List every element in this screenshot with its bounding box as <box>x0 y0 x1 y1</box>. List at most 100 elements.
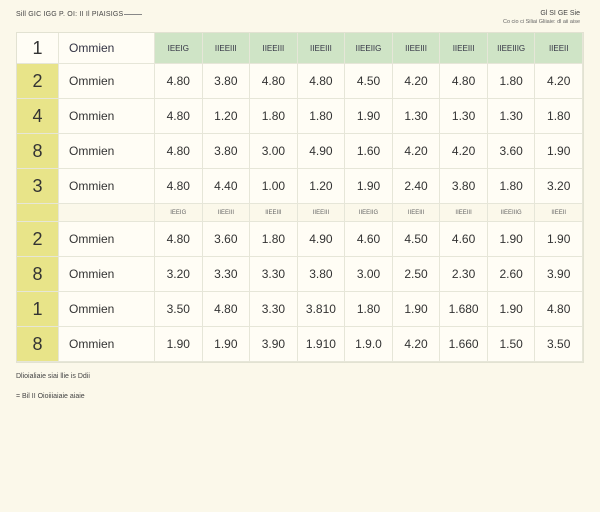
table-cell: 1.660 <box>440 327 488 362</box>
header-name-cell: Ommien <box>59 33 155 64</box>
table-cell: 1.90 <box>345 169 393 204</box>
table-cell: 4.20 <box>535 64 583 99</box>
table-cell: 4.60 <box>345 222 393 257</box>
table-cell: 4.60 <box>440 222 488 257</box>
table-cell: 1.60 <box>345 134 393 169</box>
row-index: 3 <box>17 169 59 204</box>
row-index: 8 <box>17 327 59 362</box>
table-cell: 1.90 <box>535 134 583 169</box>
data-table: 1 Ommien IEEIG IIEEIII IIEEIII IIEEIII IIEEI… <box>16 32 584 363</box>
table-cell: 1.00 <box>250 169 298 204</box>
table-cell: 1.30 <box>487 99 536 134</box>
table-cell: 3.00 <box>345 257 393 292</box>
table-cell: 1.90 <box>155 327 203 362</box>
sub-column-header: IIEEIII <box>202 204 251 222</box>
table-cell: 2.50 <box>392 257 441 292</box>
table-cell: 3.810 <box>297 292 346 327</box>
table-cell: 1.80 <box>297 99 346 134</box>
table-cell: 1.80 <box>250 222 298 257</box>
table-cell: 4.80 <box>155 99 203 134</box>
table-cell: 3.80 <box>202 134 251 169</box>
table-cell: 1.90 <box>487 292 536 327</box>
table-cell: 3.30 <box>250 292 298 327</box>
table-cell: 3.60 <box>487 134 536 169</box>
table-cell: 1.80 <box>487 169 536 204</box>
table-cell: 4.80 <box>202 292 251 327</box>
table-cell: 4.80 <box>250 64 298 99</box>
row-index: 1 <box>17 292 59 327</box>
table-cell: 4.90 <box>297 222 346 257</box>
row-name: Ommien <box>59 99 155 134</box>
table-cell: 4.80 <box>155 222 203 257</box>
row-name: Ommien <box>59 257 155 292</box>
row-index: 8 <box>17 257 59 292</box>
row-name: Ommien <box>59 64 155 99</box>
row-name: Ommien <box>59 327 155 362</box>
table-cell: 3.20 <box>535 169 583 204</box>
table-cell: 1.20 <box>297 169 346 204</box>
table-cell: 3.90 <box>535 257 583 292</box>
document-header-right: Gl SI GE Sie Co cio ci Siliai Gliiaie: d… <box>503 10 580 25</box>
column-header: IIEEII <box>535 33 583 64</box>
table-cell: 1.680 <box>440 292 488 327</box>
table-cell: 4.20 <box>392 327 441 362</box>
table-cell: 3.00 <box>250 134 298 169</box>
table-cell: 4.80 <box>440 64 488 99</box>
table-cell: 3.20 <box>155 257 203 292</box>
table-cell: 1.90 <box>345 99 393 134</box>
table-cell: 1.30 <box>440 99 488 134</box>
row-index: 4 <box>17 99 59 134</box>
table-cell: 3.90 <box>250 327 298 362</box>
table-cell: 4.80 <box>535 292 583 327</box>
table-cell: 3.30 <box>202 257 251 292</box>
table-cell: 1.90 <box>202 327 251 362</box>
row-index: 2 <box>17 64 59 99</box>
table-cell: 3.50 <box>155 292 203 327</box>
table-cell: 2.30 <box>440 257 488 292</box>
table-cell: 1.910 <box>297 327 346 362</box>
table-cell: 1.80 <box>250 99 298 134</box>
table-cell: 1.80 <box>487 64 536 99</box>
column-header: IIEEIII <box>250 33 298 64</box>
column-header: IEEIG <box>155 33 203 64</box>
table-cell: 4.50 <box>345 64 393 99</box>
header-index-cell: 1 <box>17 33 59 64</box>
row-index: 2 <box>17 222 59 257</box>
table-cell: 4.20 <box>440 134 488 169</box>
table-cell: 4.80 <box>155 169 203 204</box>
sub-column-header: IIEEIII <box>250 204 298 222</box>
header-left-text: Sill GIC IGG P. OI: II Il PIAISIGS <box>16 11 124 18</box>
subheader-name-spacer <box>59 204 155 222</box>
table-cell: 4.80 <box>155 64 203 99</box>
table-cell: 2.60 <box>487 257 536 292</box>
sub-column-header: IIEEIII <box>392 204 441 222</box>
footnote-1: Dlioialiaie siai llie is Ddii <box>16 373 90 380</box>
row-index: 8 <box>17 134 59 169</box>
table-cell: 4.80 <box>155 134 203 169</box>
table-cell: 1.90 <box>392 292 441 327</box>
row-name: Ommien <box>59 222 155 257</box>
table-cell: 3.30 <box>250 257 298 292</box>
sub-column-header: IIEEIII <box>440 204 488 222</box>
table-cell: 3.80 <box>297 257 346 292</box>
table-cell: 4.50 <box>392 222 441 257</box>
table-cell: 4.80 <box>297 64 346 99</box>
header-right-line1: Gl SI GE Sie <box>540 10 580 17</box>
column-header: IIEEIII <box>440 33 488 64</box>
subheader-index-spacer <box>17 204 59 222</box>
sub-column-header: IIEEIIG <box>345 204 393 222</box>
sub-column-header: IEEIG <box>155 204 203 222</box>
row-name: Ommien <box>59 169 155 204</box>
column-header: IIEEIIG <box>345 33 393 64</box>
table-cell: 3.60 <box>202 222 251 257</box>
table-cell: 1.20 <box>202 99 251 134</box>
header-rule <box>124 13 143 15</box>
table-cell: 3.80 <box>440 169 488 204</box>
column-header: IIEEIII <box>297 33 346 64</box>
column-header: IIEEIII <box>202 33 251 64</box>
table-cell: 2.40 <box>392 169 441 204</box>
sub-column-header: IIEEIII <box>297 204 346 222</box>
footnote-2: = Bil II Oioiiiaiaie aiaie <box>16 393 85 400</box>
column-header: IIEEIIIG <box>487 33 536 64</box>
sub-column-header: IIEEII <box>535 204 583 222</box>
